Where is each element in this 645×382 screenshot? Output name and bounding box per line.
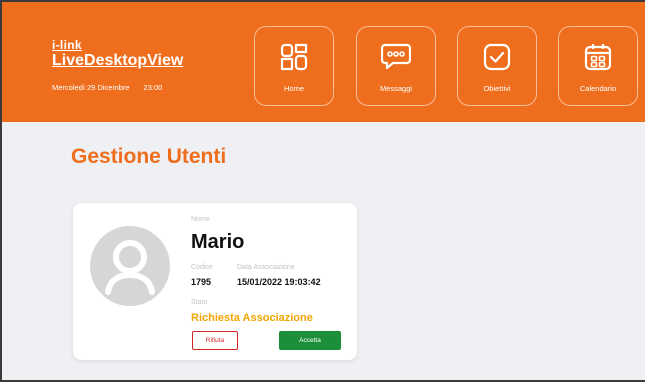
status-value: Richiesta Associazione: [191, 312, 313, 324]
current-time: 23:00: [143, 83, 163, 92]
nav-calendar-button[interactable]: Calendario: [558, 26, 638, 106]
nav-home-button[interactable]: Home: [254, 26, 334, 106]
nav-goals-button[interactable]: Obiettivi: [457, 26, 537, 106]
code-label: Codice: [191, 264, 213, 271]
nav-home-label: Home: [283, 84, 304, 93]
home-grid-icon: [280, 43, 308, 71]
user-code: 1795: [191, 277, 212, 287]
brand-small-text: i-link: [52, 38, 82, 52]
association-date-label: Data Associazione: [237, 264, 295, 271]
calendar-icon: [584, 44, 612, 71]
brand-logo: i-link LiveDesktopView: [52, 39, 183, 70]
accept-button[interactable]: Accetta: [279, 331, 341, 350]
nav-goals-label: Obiettivi: [483, 84, 511, 93]
name-label: Nome: [191, 216, 210, 223]
reject-button[interactable]: Rifiuta: [192, 331, 238, 350]
user-card: Nome Mario Codice 1795 Data Associazione…: [73, 203, 357, 360]
datetime: Mercoledì 29 Dicembre 23:00: [52, 83, 162, 92]
status-label: Stato: [191, 299, 208, 306]
nav-calendar-label: Calendario: [579, 84, 617, 93]
nav-messages-label: Messaggi: [379, 84, 413, 93]
page-title: Gestione Utenti: [71, 145, 227, 168]
nav-messages-button[interactable]: Messaggi: [356, 26, 436, 106]
chat-bubble-icon: [381, 43, 411, 70]
current-date: Mercoledì 29 Dicembre: [52, 83, 130, 92]
app-header: i-link LiveDesktopView Mercoledì 29 Dice…: [2, 2, 645, 122]
user-name: Mario: [191, 231, 245, 253]
brand-main-text: LiveDesktopView: [52, 52, 184, 69]
checkbox-icon: [483, 43, 511, 71]
avatar-icon: [90, 226, 170, 306]
association-date: 15/01/2022 19:03:42: [237, 277, 321, 287]
